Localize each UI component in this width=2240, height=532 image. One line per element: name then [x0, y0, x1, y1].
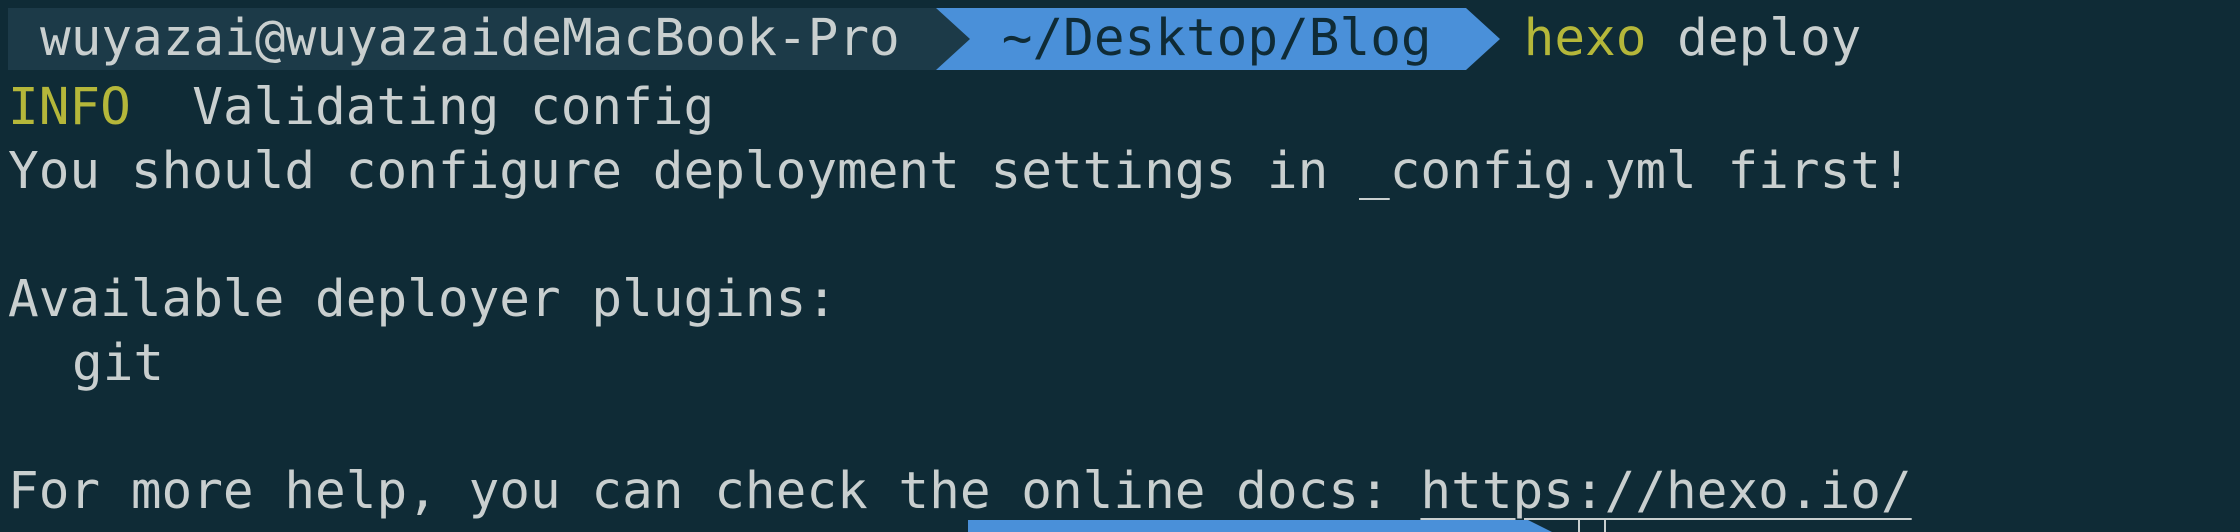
command-argument: deploy — [1677, 9, 1862, 68]
output-info-line: INFO Validating config — [8, 76, 714, 140]
terminal-window[interactable]: wuyazai@wuyazaideMacBook-Pro ~/Desktop/B… — [0, 0, 2240, 532]
output-plugins-heading: Available deployer plugins: — [8, 270, 838, 329]
info-tag: INFO — [8, 78, 131, 137]
prompt-command: hexo deploy — [1524, 7, 1862, 71]
output-plugin-item: git — [72, 334, 165, 393]
help-text: For more help, you can check the online … — [8, 462, 1421, 521]
info-message: Validating config — [192, 78, 715, 137]
command-name: hexo — [1523, 9, 1647, 68]
output-help-line: For more help, you can check the online … — [8, 460, 1912, 524]
next-prompt-arrow — [1528, 520, 1552, 532]
next-prompt-path-segment — [968, 520, 1528, 532]
prompt-user-host: wuyazai@wuyazaideMacBook-Pro — [8, 8, 936, 70]
prompt-path: ~/Desktop/Blog — [935, 8, 1500, 70]
output-warning-line: You should configure deployment settings… — [8, 142, 1912, 201]
shell-prompt: wuyazai@wuyazaideMacBook-Pro ~/Desktop/B… — [8, 8, 1861, 70]
terminal-cursor — [1578, 518, 1606, 532]
help-link[interactable]: https://hexo.io/ — [1420, 462, 1911, 521]
